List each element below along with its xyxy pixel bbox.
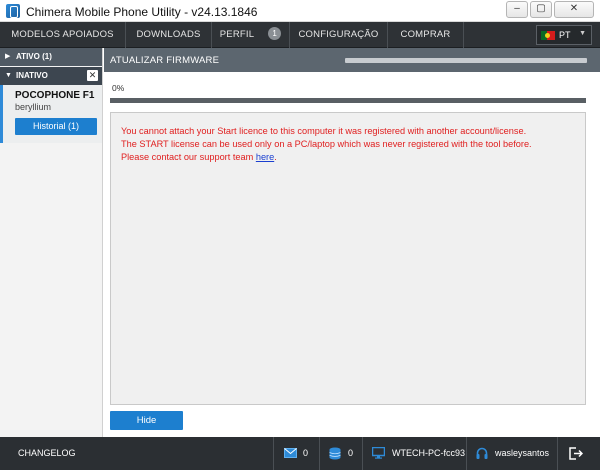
nav-comprar[interactable]: COMPRAR (388, 22, 464, 48)
header-progress-bar (345, 58, 587, 63)
divider (466, 437, 467, 470)
pc-name: WTECH-PC-fcc93 (392, 448, 466, 458)
group-inativo[interactable]: ▼ INATIVO ✕ (0, 67, 102, 85)
divider (319, 437, 320, 470)
logout-icon[interactable] (569, 447, 583, 460)
chimera-app-icon (6, 4, 20, 18)
divider (273, 437, 274, 470)
nav-perfil[interactable]: PERFIL 1 (212, 22, 290, 48)
nav-modelos-apoiados[interactable]: MODELOS APOIADOS (0, 22, 126, 48)
device-card[interactable]: POCOPHONE F1 beryllium Historial (1) (0, 85, 102, 143)
username: wasleysantos (495, 448, 550, 458)
portugal-flag-icon (541, 31, 555, 40)
support-link[interactable]: here (256, 152, 274, 162)
chevron-down-icon: ▼ (5, 72, 12, 79)
headset-icon (476, 447, 488, 459)
error-line-3-prefix: Please contact our support team (121, 152, 256, 162)
minimize-icon: – (514, 3, 520, 14)
panel-header: ATUALIZAR FIRMWARE (104, 48, 600, 72)
language-label: PT (559, 30, 571, 40)
window-title: Chimera Mobile Phone Utility - v24.13.18… (26, 5, 258, 19)
device-codename: beryllium (15, 102, 52, 112)
window-titlebar: Chimera Mobile Phone Utility - v24.13.18… (0, 0, 600, 22)
close-button[interactable]: ✕ (554, 1, 594, 18)
group-ativo[interactable]: ▶ ATIVO (1) (0, 48, 102, 66)
progress-percent: 0% (112, 83, 125, 93)
log-panel: You cannot attach your Start licence to … (110, 112, 586, 405)
divider (362, 437, 363, 470)
error-line-2: The START license can be used only on a … (121, 139, 532, 149)
group-ativo-label: ATIVO (1) (16, 52, 52, 61)
queue-count: 0 (348, 448, 354, 458)
nav-configuracao[interactable]: CONFIGURAÇÃO (290, 22, 388, 48)
chevron-right-icon: ▶ (5, 53, 11, 60)
history-button[interactable]: Historial (1) (15, 118, 97, 135)
close-icon[interactable]: ✕ (87, 70, 98, 81)
envelope-icon[interactable] (284, 448, 297, 458)
error-line-1: You cannot attach your Start licence to … (121, 126, 527, 136)
close-icon: ✕ (569, 3, 579, 14)
nav-perfil-label: PERFIL (219, 29, 255, 40)
changelog-link[interactable]: CHANGELOG (18, 437, 76, 470)
status-bar: CHANGELOG 0 0 WTECH-PC-fcc93 wasleysanto… (0, 437, 600, 470)
perfil-badge: 1 (268, 27, 282, 40)
error-message: You cannot attach your Start licence to … (121, 125, 581, 164)
maximize-button[interactable]: ▢ (530, 1, 552, 18)
error-line-3: Please contact our support team here. (121, 151, 581, 164)
chevron-down-icon: ▼ (579, 30, 586, 37)
divider (557, 437, 558, 470)
nav-downloads[interactable]: DOWNLOADS (126, 22, 212, 48)
top-nav: MODELOS APOIADOS DOWNLOADS PERFIL 1 CONFI… (0, 22, 600, 48)
language-select[interactable]: PT ▼ (536, 25, 592, 45)
progress-bar (110, 98, 586, 103)
maximize-icon: ▢ (536, 3, 546, 14)
hide-button[interactable]: Hide (110, 411, 183, 430)
sidebar: ▶ ATIVO (1) ▼ INATIVO ✕ POCOPHONE F1 ber… (0, 48, 103, 437)
error-line-3-suffix: . (274, 152, 277, 162)
group-inativo-label: INATIVO (16, 71, 48, 80)
window-controls: – ▢ ✕ (504, 1, 594, 18)
monitor-icon (372, 447, 385, 459)
database-icon[interactable] (329, 447, 341, 460)
device-name: POCOPHONE F1 (15, 90, 95, 101)
minimize-button[interactable]: – (506, 1, 528, 18)
messages-count: 0 (303, 448, 309, 458)
section-title: ATUALIZAR FIRMWARE (110, 55, 220, 66)
